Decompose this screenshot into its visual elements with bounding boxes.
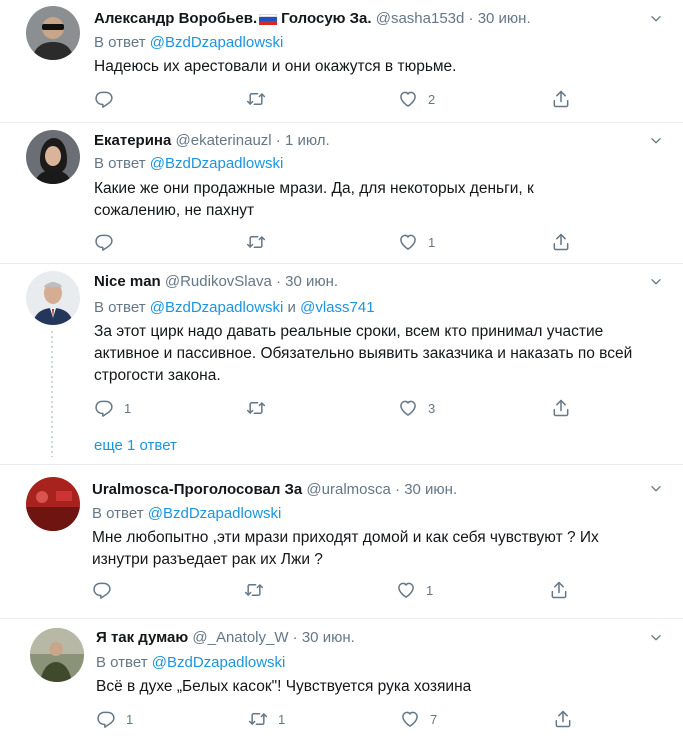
like-icon [398, 89, 418, 109]
flag-icon [259, 13, 278, 25]
display-name[interactable]: Екатерина [94, 132, 171, 149]
display-name[interactable]: Александр Воробьев. [94, 10, 257, 27]
like-icon [398, 232, 418, 252]
retweet-icon [246, 89, 266, 109]
retweet-button[interactable]: 1 [248, 709, 285, 729]
user-handle[interactable]: @RudikovSlava [165, 273, 272, 290]
like-button[interactable]: 1 [396, 580, 433, 600]
chevron-down-icon[interactable] [649, 631, 663, 645]
show-more-replies-link[interactable]: еще 1 ответ [94, 437, 177, 454]
reply-button[interactable] [94, 89, 124, 109]
like-icon [400, 709, 420, 729]
retweet-button[interactable] [246, 232, 276, 252]
retweet-icon [248, 709, 268, 729]
tweet[interactable]: Екатерина @ekaterinauzl · 1 июл. В ответ… [0, 122, 683, 264]
reply-icon [96, 709, 116, 729]
share-button[interactable] [551, 232, 571, 252]
timestamp[interactable]: 30 июн. [404, 481, 457, 498]
thread-line [51, 331, 53, 457]
user-handle[interactable]: @uralmosca [306, 481, 390, 498]
chevron-down-icon[interactable] [649, 134, 663, 148]
like-button[interactable]: 2 [398, 89, 435, 109]
share-button[interactable] [553, 709, 573, 729]
share-icon [553, 709, 573, 729]
share-button[interactable] [551, 89, 571, 109]
timestamp[interactable]: 1 июл. [285, 132, 330, 149]
user-handle[interactable]: @_Anatoly_W [192, 629, 288, 646]
share-icon [551, 398, 571, 418]
retweet-icon [246, 232, 266, 252]
share-icon [549, 580, 569, 600]
reply-to-link[interactable]: @BzdDzapadlowski [150, 155, 284, 172]
user-handle[interactable]: @sasha153d [376, 10, 465, 27]
reply-to-link[interactable]: @BzdDzapadlowski [152, 654, 286, 671]
reply-to-link[interactable]: @BzdDzapadlowski [148, 505, 282, 522]
share-button[interactable] [551, 398, 571, 418]
chevron-down-icon[interactable] [649, 275, 663, 289]
tweet-text: Мне любопытно ,эти мрази приходят домой … [92, 529, 599, 568]
like-icon [396, 580, 416, 600]
timestamp[interactable]: 30 июн. [285, 273, 338, 290]
retweet-button[interactable] [244, 580, 274, 600]
tweet[interactable]: Nice man @RudikovSlava · 30 июн. В ответ… [0, 263, 683, 465]
chevron-down-icon[interactable] [649, 12, 663, 26]
tweet[interactable]: Александр Воробьев. Голосую За. @sasha153… [0, 0, 683, 123]
reply-to-label: В ответ [94, 299, 146, 316]
reply-button[interactable]: 1 [94, 398, 131, 418]
like-button[interactable]: 7 [400, 709, 437, 729]
tweet-text: Какие же они продажные мрази. Да, для не… [94, 180, 534, 219]
reply-icon [94, 89, 114, 109]
tweet-text: За этот цирк надо давать реальные сроки,… [94, 323, 633, 384]
reply-to-label: В ответ [94, 155, 146, 172]
display-name[interactable]: Я так думаю [96, 629, 188, 646]
timestamp[interactable]: 30 июн. [478, 10, 531, 27]
like-button[interactable]: 3 [398, 398, 435, 418]
tweet-text: Надеюсь их арестовали и они окажутся в т… [94, 58, 457, 75]
share-button[interactable] [549, 580, 569, 600]
reply-icon [92, 580, 112, 600]
retweet-icon [244, 580, 264, 600]
tweet-text: Всё в духе „Белых касок"! Чувствуется ру… [96, 678, 472, 695]
display-name-suffix[interactable]: Голосую За. [281, 10, 371, 27]
reply-to-link[interactable]: @BzdDzapadlowski [150, 34, 284, 51]
avatar[interactable] [26, 130, 80, 184]
share-icon [551, 232, 571, 252]
reply-button[interactable] [94, 232, 124, 252]
share-icon [551, 89, 571, 109]
avatar[interactable] [30, 628, 84, 682]
reply-icon [94, 398, 114, 418]
avatar[interactable] [26, 477, 80, 531]
user-handle[interactable]: @ekaterinauzl [176, 132, 272, 149]
like-icon [398, 398, 418, 418]
display-name[interactable]: Nice man [94, 273, 161, 290]
reply-to-link-2[interactable]: @vlass741 [300, 299, 374, 316]
reply-to-conjunction: и [287, 299, 296, 316]
retweet-button[interactable] [246, 89, 276, 109]
reply-to-label: В ответ [94, 34, 146, 51]
tweet[interactable]: Uralmosca-Проголосовал За @uralmosca · 3… [0, 464, 683, 619]
chevron-down-icon[interactable] [649, 482, 663, 496]
avatar[interactable] [26, 6, 80, 60]
like-button[interactable]: 1 [398, 232, 435, 252]
reply-to-label: В ответ [92, 505, 144, 522]
tweet[interactable]: Я так думаю @_Anatoly_W · 30 июн. В отве… [0, 618, 683, 738]
reply-to-label: В ответ [96, 654, 148, 671]
timestamp[interactable]: 30 июн. [302, 629, 355, 646]
reply-icon [94, 232, 114, 252]
avatar[interactable] [26, 271, 80, 325]
reply-button[interactable]: 1 [96, 709, 133, 729]
reply-button[interactable] [92, 580, 122, 600]
reply-to-link[interactable]: @BzdDzapadlowski [150, 299, 284, 316]
retweet-icon [246, 398, 266, 418]
display-name[interactable]: Uralmosca-Проголосовал За [92, 481, 302, 498]
retweet-button[interactable] [246, 398, 276, 418]
